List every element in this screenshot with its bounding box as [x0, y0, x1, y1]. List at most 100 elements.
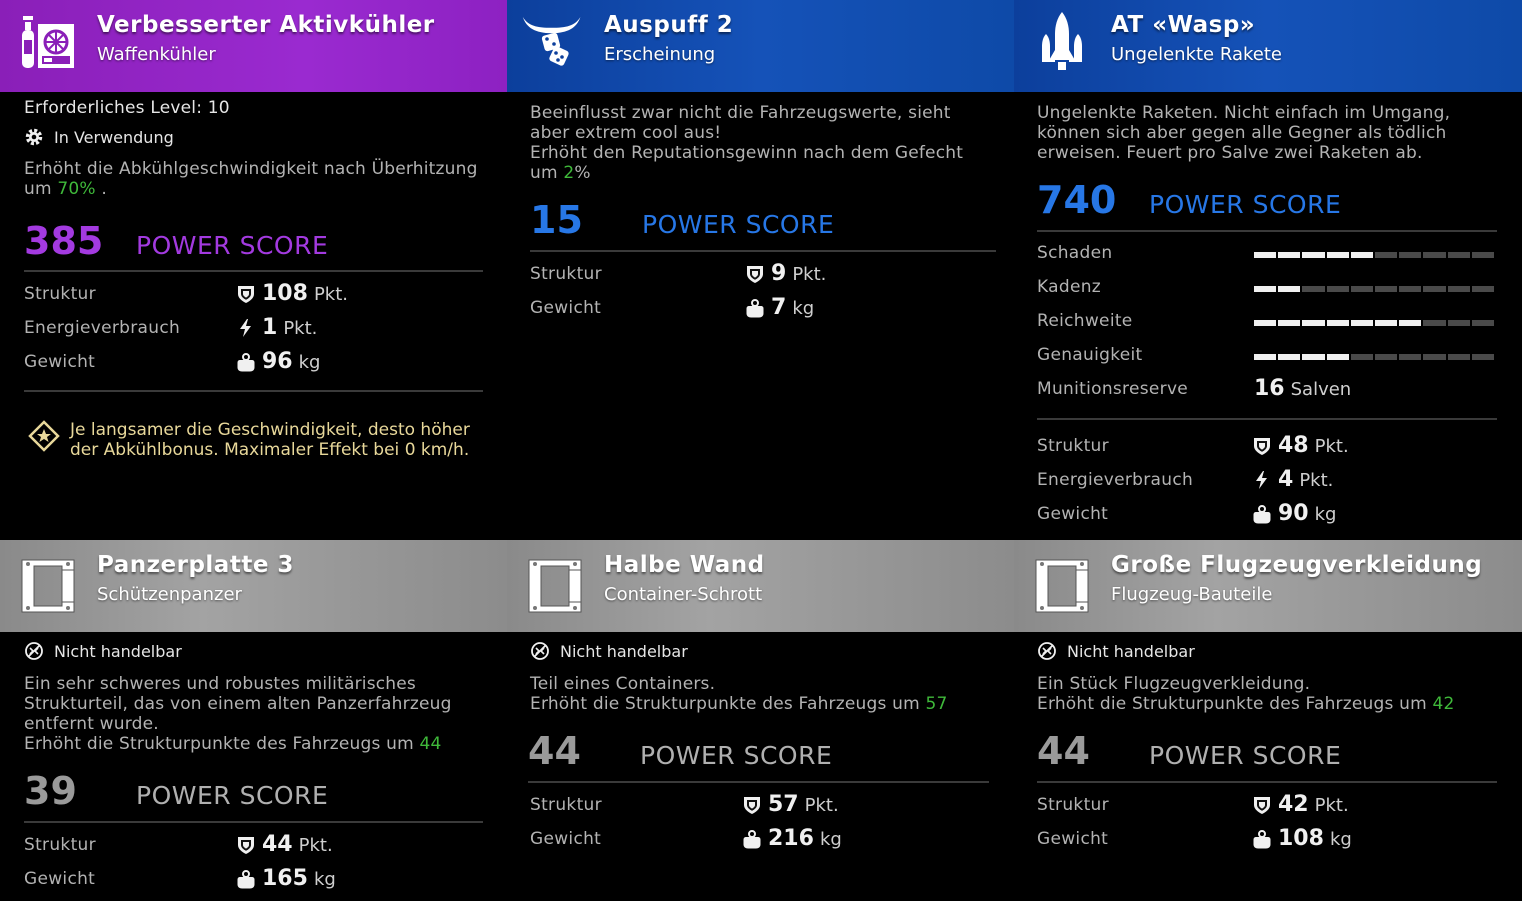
stat-label: Energieverbrauch — [24, 318, 181, 338]
description-line: um 70% . — [24, 179, 107, 199]
bar-segment — [1350, 252, 1374, 258]
bar-segment — [1326, 320, 1349, 326]
description-line: Ungelenkte Raketen. Nicht einfach im Umg… — [1037, 103, 1451, 123]
perk-hint: Je langsamer die Geschwindigkeit, desto … — [28, 420, 498, 460]
power-score: 15 POWER SCORE — [530, 198, 834, 242]
item-title: Halbe Wand — [604, 552, 765, 578]
bar-segment — [1399, 252, 1422, 258]
bar-segment — [1278, 354, 1301, 360]
bonus-value: 44 — [419, 734, 442, 754]
bolt-icon — [1252, 470, 1272, 490]
weight-icon — [1252, 829, 1272, 849]
stat-value: 108 kg — [1252, 826, 1352, 851]
bar-rate — [1254, 286, 1495, 292]
power-score-label: POWER SCORE — [1149, 741, 1342, 770]
stat-label: Gewicht — [530, 298, 602, 318]
bar-segment — [1375, 354, 1398, 360]
bar-segment — [1399, 286, 1422, 292]
bar-segment — [1278, 320, 1301, 326]
weight-icon — [1252, 504, 1272, 524]
gear-icon — [25, 128, 43, 146]
frame-part-icon — [528, 559, 582, 613]
power-score-label: POWER SCORE — [136, 781, 329, 810]
bonus-value: 70% — [57, 179, 96, 199]
bar-segment — [1375, 286, 1398, 292]
bar-segment — [1278, 252, 1301, 258]
power-score-value: 385 — [24, 219, 104, 263]
description-line: erweisen. Feuert pro Salve zwei Raketen … — [1037, 143, 1423, 163]
description-line: Strukturteil, das von einem alten Panzer… — [24, 694, 452, 714]
bolt-icon — [236, 318, 256, 338]
item-tooltips-grid: Verbesserter Aktivkühler Waffenkühler Er… — [0, 0, 1522, 901]
shield-icon — [1252, 436, 1272, 456]
card-header: Verbesserter Aktivkühler Waffenkühler — [0, 0, 507, 92]
description-line: Ein sehr schweres und robustes militäris… — [24, 674, 416, 694]
power-score-label: POWER SCORE — [642, 210, 835, 239]
divider — [528, 781, 989, 783]
bar-segment — [1326, 286, 1349, 292]
card-header: AT «Wasp» Ungelenkte Rakete — [1014, 0, 1522, 92]
description-line: Beeinflusst zwar nicht die Fahrzeugswert… — [530, 103, 951, 123]
bonus-value: 57 — [925, 694, 948, 714]
stat-value: 1 Pkt. — [236, 315, 317, 340]
weight-icon — [236, 869, 256, 889]
stat-value: 90 kg — [1252, 501, 1336, 526]
tooltip-card-cooler: Verbesserter Aktivkühler Waffenkühler Er… — [0, 0, 507, 540]
bar-accuracy — [1254, 354, 1495, 360]
card-description: Ungelenkte Raketen. Nicht einfach im Umg… — [1037, 103, 1502, 163]
bar-stat-label: Schaden — [1037, 243, 1113, 263]
status-row: Nicht handelbar — [24, 641, 487, 661]
bar-segment — [1471, 354, 1495, 360]
card-description: Nicht handelbar Ein Stück Flugzeugverkle… — [1037, 641, 1502, 715]
tooltip-card-half-wall: Halbe Wand Container-Schrott Nicht hande… — [507, 540, 1014, 901]
card-description: Nicht handelbar Ein sehr schweres und ro… — [24, 641, 487, 755]
description-line: Erhöht die Strukturpunkte des Fahrzeugs … — [530, 694, 948, 714]
stat-label: Struktur — [1037, 795, 1109, 815]
weight-icon — [236, 352, 256, 372]
shield-icon — [745, 264, 765, 284]
item-title: Panzerplatte 3 — [97, 552, 294, 578]
item-category: Schützenpanzer — [97, 584, 242, 605]
power-score: 39 POWER SCORE — [24, 769, 328, 813]
no-trade-icon — [531, 642, 549, 660]
card-header: Panzerplatte 3 Schützenpanzer — [0, 540, 507, 632]
bar-segment — [1447, 252, 1470, 258]
description-line: um 2% — [530, 163, 591, 183]
bar-segment — [1423, 252, 1446, 258]
description-line: Teil eines Containers. — [530, 674, 716, 694]
stat-value: 9 Pkt. — [745, 261, 826, 286]
power-score: 44 POWER SCORE — [528, 729, 832, 773]
item-category: Ungelenkte Rakete — [1111, 44, 1282, 65]
status-row: Nicht handelbar — [530, 641, 994, 661]
shield-icon — [742, 795, 762, 815]
bonus-value: 42 — [1432, 694, 1455, 714]
item-category: Container-Schrott — [604, 584, 763, 605]
bar-segment — [1423, 286, 1446, 292]
stat-label: Gewicht — [24, 869, 96, 889]
description-line: aber extrem cool aus! — [530, 123, 722, 143]
stat-value: 44 Pkt. — [236, 832, 333, 857]
ammo-label: Munitionsreserve — [1037, 379, 1189, 399]
card-description: Erforderliches Level: 10 In Verwendung E… — [24, 98, 487, 199]
divider — [24, 390, 483, 392]
bar-segment — [1423, 320, 1446, 326]
bar-segment — [1254, 320, 1277, 326]
no-trade-icon — [1038, 642, 1056, 660]
power-score-value: 44 — [1037, 729, 1090, 773]
status-text: In Verwendung — [54, 127, 174, 147]
divider — [24, 270, 483, 272]
power-score: 385 POWER SCORE — [24, 219, 328, 263]
item-category: Erscheinung — [604, 44, 716, 65]
bar-segment — [1471, 320, 1495, 326]
stat-value: 7 kg — [745, 295, 814, 320]
description-line: entfernt wurde. — [24, 714, 159, 734]
shield-icon — [1252, 795, 1272, 815]
bar-segment — [1302, 354, 1325, 360]
power-score-label: POWER SCORE — [1149, 190, 1342, 219]
bar-range — [1254, 320, 1495, 326]
bar-segment — [1447, 320, 1470, 326]
bar-segment — [1375, 320, 1398, 326]
stat-value: 108 Pkt. — [236, 281, 348, 306]
bar-segment — [1399, 320, 1422, 326]
bonus-value: 2 — [563, 163, 575, 183]
